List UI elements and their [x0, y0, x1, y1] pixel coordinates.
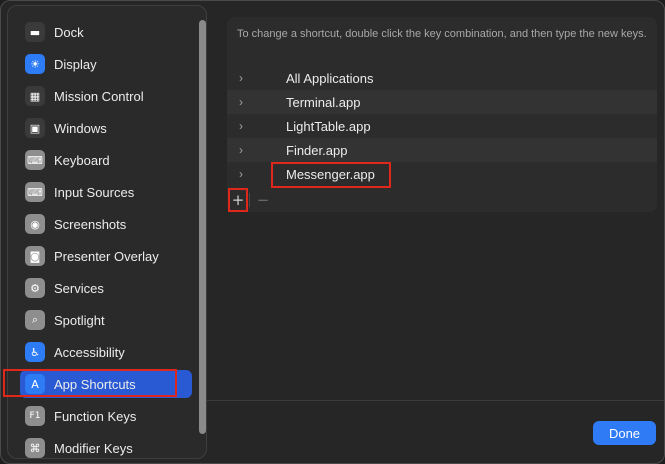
sidebar-item-windows[interactable]: ▣ Windows: [20, 114, 192, 142]
input-sources-icon: ⌨: [25, 182, 45, 202]
app-name: Terminal.app: [286, 94, 361, 110]
sidebar-item-modifier-keys[interactable]: ⌘ Modifier Keys: [20, 434, 192, 458]
function-keys-icon: F1: [25, 406, 45, 426]
footer-divider: [207, 400, 664, 401]
sidebar-item-label: Display: [54, 56, 97, 72]
sidebar-item-label: Presenter Overlay: [54, 248, 159, 264]
accessibility-icon: ♿: [25, 342, 45, 362]
chevron-right-icon[interactable]: ›: [231, 143, 251, 157]
sidebar-item-label: Services: [54, 280, 104, 296]
sidebar-item-input-sources[interactable]: ⌨ Input Sources: [20, 178, 192, 206]
toolbar-divider: [249, 193, 250, 207]
app-name: All Applications: [286, 70, 374, 86]
sidebar-item-mission-control[interactable]: ▦ Mission Control: [20, 82, 192, 110]
app-row[interactable]: › All Applications: [227, 66, 657, 90]
display-icon: ☀: [25, 54, 45, 74]
sidebar-item-presenter-overlay[interactable]: ◙ Presenter Overlay: [20, 242, 192, 270]
sidebar-item-dock[interactable]: ▬ Dock: [20, 18, 192, 46]
sidebar-item-label: Modifier Keys: [54, 440, 133, 456]
remove-button[interactable]: −: [252, 190, 274, 210]
app-shortcuts-icon: A: [25, 374, 45, 394]
sidebar-item-label: Keyboard: [54, 152, 110, 168]
sidebar-item-label: Screenshots: [54, 216, 127, 232]
presenter-overlay-icon: ◙: [25, 246, 45, 266]
app-name: Messenger.app: [286, 166, 375, 182]
sidebar-scrollbar[interactable]: [199, 20, 206, 434]
sidebar-item-label: Input Sources: [54, 184, 135, 200]
add-button[interactable]: +: [227, 190, 249, 210]
services-icon: ⚙: [25, 278, 45, 298]
chevron-right-icon[interactable]: ›: [231, 71, 251, 85]
sidebar-item-label: App Shortcuts: [54, 376, 136, 392]
dock-icon: ▬: [25, 22, 45, 42]
sidebar-item-label: Spotlight: [54, 312, 105, 328]
sidebar-item-keyboard[interactable]: ⌨ Keyboard: [20, 146, 192, 174]
windows-icon: ▣: [25, 118, 45, 138]
app-row[interactable]: › Terminal.app: [227, 90, 657, 114]
sidebar-item-label: Windows: [54, 120, 107, 136]
mission-control-icon: ▦: [25, 86, 45, 106]
list-toolbar: + −: [227, 188, 657, 212]
app-row[interactable]: › LightTable.app: [227, 114, 657, 138]
screenshots-icon: ◉: [25, 214, 45, 234]
app-row[interactable]: › Messenger.app: [227, 162, 657, 186]
sidebar-item-label: Function Keys: [54, 408, 137, 424]
sidebar-item-label: Dock: [54, 24, 84, 40]
sidebar-item-accessibility[interactable]: ♿ Accessibility: [20, 338, 192, 366]
chevron-right-icon[interactable]: ›: [231, 95, 251, 109]
sidebar-item-spotlight[interactable]: ⌕ Spotlight: [20, 306, 192, 334]
keyboard-icon: ⌨: [25, 150, 45, 170]
sidebar-item-app-shortcuts[interactable]: A App Shortcuts: [20, 370, 192, 398]
instruction-text: To change a shortcut, double click the k…: [237, 28, 647, 40]
keyboard-shortcuts-sheet: ▬ Dock ☀ Display ▦ Mission Control ▣ Windows ⌨ Ke…: [0, 0, 665, 464]
app-row[interactable]: › Finder.app: [227, 138, 657, 162]
chevron-right-icon[interactable]: ›: [231, 167, 251, 181]
chevron-right-icon[interactable]: ›: [231, 119, 251, 133]
sidebar-item-label: Accessibility: [54, 344, 125, 360]
sidebar: ▬ Dock ☀ Display ▦ Mission Control ▣ Windows ⌨ Ke…: [7, 5, 207, 459]
sidebar-item-services[interactable]: ⚙ Services: [20, 274, 192, 302]
app-shortcuts-panel: To change a shortcut, double click the k…: [227, 17, 657, 212]
sidebar-item-label: Mission Control: [54, 88, 144, 104]
spotlight-icon: ⌕: [25, 310, 45, 330]
sidebar-item-display[interactable]: ☀ Display: [20, 50, 192, 78]
sidebar-item-function-keys[interactable]: F1 Function Keys: [20, 402, 192, 430]
sidebar-item-screenshots[interactable]: ◉ Screenshots: [20, 210, 192, 238]
app-name: Finder.app: [286, 142, 348, 158]
done-button[interactable]: Done: [593, 421, 656, 445]
modifier-keys-icon: ⌘: [25, 438, 45, 458]
app-name: LightTable.app: [286, 118, 371, 134]
